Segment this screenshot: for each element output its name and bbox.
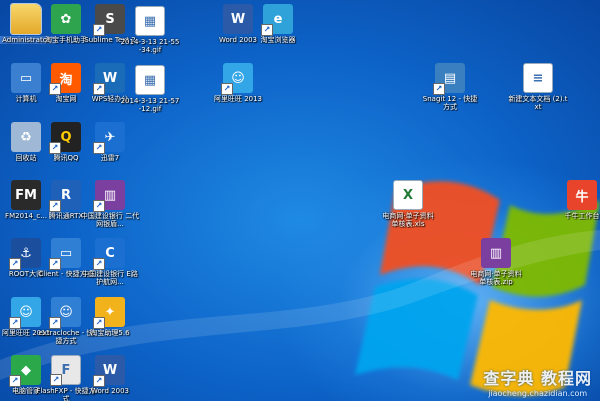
client-icon: ▭ ↗ [49,238,81,270]
desktop-icon-label: 电商网·单子资料 单核表.xls [382,212,434,228]
word-icon: W [223,4,253,34]
text-file-icon: ≡ [523,63,553,93]
desktop-icon-zip[interactable]: ▥ 电商网·单子资料 单核表.zip [470,238,522,294]
desktop-icon-label: 2014-3-13 21-55-34.gif [120,38,180,54]
shortcut-arrow-icon: ↗ [433,83,445,95]
rar-icon: ▥ [481,238,511,268]
desktop-icon-label: 淘宝浏览器 [260,36,296,44]
desktop-icon-ccb1[interactable]: ▥ ↗ 中国建设银行 二代网银盾... [81,180,139,236]
word-icon: W ↗ [93,355,125,387]
desktop-icon-label: 阿里旺旺 2013 [213,95,263,103]
taobao-icon: 淘 ↗ [49,63,81,95]
desktop-icon-label: 千牛工作台 [564,212,600,220]
desktop-icon-newtxt[interactable]: ≡ 新建文本文档 (2).txt [508,63,568,119]
shortcut-arrow-icon: ↗ [9,375,21,387]
excel-file-icon: X [393,180,423,210]
shortcut-arrow-icon: ↗ [93,317,105,329]
anchor-icon: ⚓ ↗ [9,238,41,270]
shortcut-arrow-icon: ↗ [261,24,273,36]
ccb-icon: C ↗ [93,238,125,270]
thunder-icon: ✈ ↗ [93,122,125,154]
shortcut-arrow-icon: ↗ [49,142,61,154]
desktop-icon-word2003b[interactable]: W ↗ Word 2003 [84,355,136,401]
desktop-icon-label: 中国建设银行 二代网银盾... [80,212,140,228]
qq-penguin-icon: Q ↗ [49,122,81,154]
shortcut-arrow-icon: ↗ [49,258,61,270]
shield-icon: ◆ ↗ [9,355,41,387]
desktop-icon-ccb2[interactable]: C ↗ 中国建设银行 E路护航网... [82,238,138,294]
rtx-icon: R ↗ [49,180,81,212]
desktop-icon-label: 新建文本文档 (2).txt [508,95,568,111]
desktop-icon-xls[interactable]: X 电商网·单子资料 单核表.xls [382,180,434,236]
shortcut-arrow-icon: ↗ [93,375,105,387]
folder-icon [10,3,42,35]
sublime-icon: S ↗ [93,4,125,36]
shortcut-arrow-icon: ↗ [9,258,21,270]
shortcut-arrow-icon: ↗ [49,317,61,329]
image-file-icon: ▦ [135,65,165,95]
desktop-icon-xunlei[interactable]: ✈ ↗ 迅雷7 [84,122,136,178]
desktop-icon-label: 淘宝助理5.6 [90,329,130,337]
shortcut-arrow-icon: ↗ [93,24,105,36]
snagit-icon: ▤ ↗ [433,63,465,95]
browser-icon: e ↗ [261,4,293,36]
desktop-icon-label: 2014-3-13 21-57-12.gif [120,97,180,113]
extracloche-icon: ☺ ↗ [49,297,81,329]
computer-icon: ▭ [11,63,41,93]
desktop-icon-label: 电商网·单子资料 单核表.zip [470,270,522,286]
desktop-icon-label: 中国建设银行 E路护航网... [82,270,138,286]
shortcut-arrow-icon: ↗ [93,142,105,154]
flashfxp-icon: F ↗ [50,355,81,386]
desktop-icon-taobao-wizard[interactable]: ✦ ↗ 淘宝助理5.6 [84,297,136,353]
desktop-icon-gif1[interactable]: ▦ 2014-3-13 21-55-34.gif [121,6,179,62]
desktop-icon-label: 迅雷7 [100,154,120,162]
desktop[interactable]: Administrator ✿ 淘宝手机助手 S ↗ Sublime Text 2 ▦ 201… [0,0,600,401]
watermark-title: 查字典 教程网 [483,369,592,388]
image-file-icon: ▦ [135,6,165,36]
desktop-icon-aliwangwang1[interactable]: ☺ ↗ 阿里旺旺 2013 [212,63,264,119]
watermark: 查字典 教程网 jiaocheng.chazidian.com [483,365,592,398]
recycle-bin-icon: ♻ [11,122,41,152]
wangwang-icon: ☺ ↗ [9,297,41,329]
pinwheel-icon: ✿ [51,4,81,34]
wangwang-icon: ☺ ↗ [221,63,253,95]
shortcut-arrow-icon: ↗ [93,200,105,212]
shortcut-arrow-icon: ↗ [93,258,105,270]
desktop-icon-label: Snagit 12 - 快捷方式 [422,95,478,111]
wps-icon: W ↗ [93,63,125,95]
desktop-icon-label: Word 2003 [90,387,130,395]
rar-icon: ▥ ↗ [93,180,125,212]
shortcut-arrow-icon: ↗ [221,83,233,95]
desktop-icon-taobao-browser[interactable]: e ↗ 淘宝浏览器 [252,4,304,60]
wizard-icon: ✦ ↗ [93,297,125,329]
shortcut-arrow-icon: ↗ [49,200,61,212]
fm-icon: FM [11,180,41,210]
shortcut-arrow-icon: ↗ [49,83,61,95]
desktop-icon-snagit[interactable]: ▤ ↗ Snagit 12 - 快捷方式 [423,63,477,119]
desktop-icon-gif2[interactable]: ▦ 2014-3-13 21-57-12.gif [121,65,179,121]
qianniu-icon: 牛 [567,180,597,210]
shortcut-arrow-icon: ↗ [9,317,21,329]
shortcut-arrow-icon: ↗ [93,83,105,95]
desktop-icon-qianniu[interactable]: 牛千牛工作台 [556,180,600,236]
shortcut-arrow-icon: ↗ [50,374,62,386]
watermark-url: jiaocheng.chazidian.com [488,389,588,398]
